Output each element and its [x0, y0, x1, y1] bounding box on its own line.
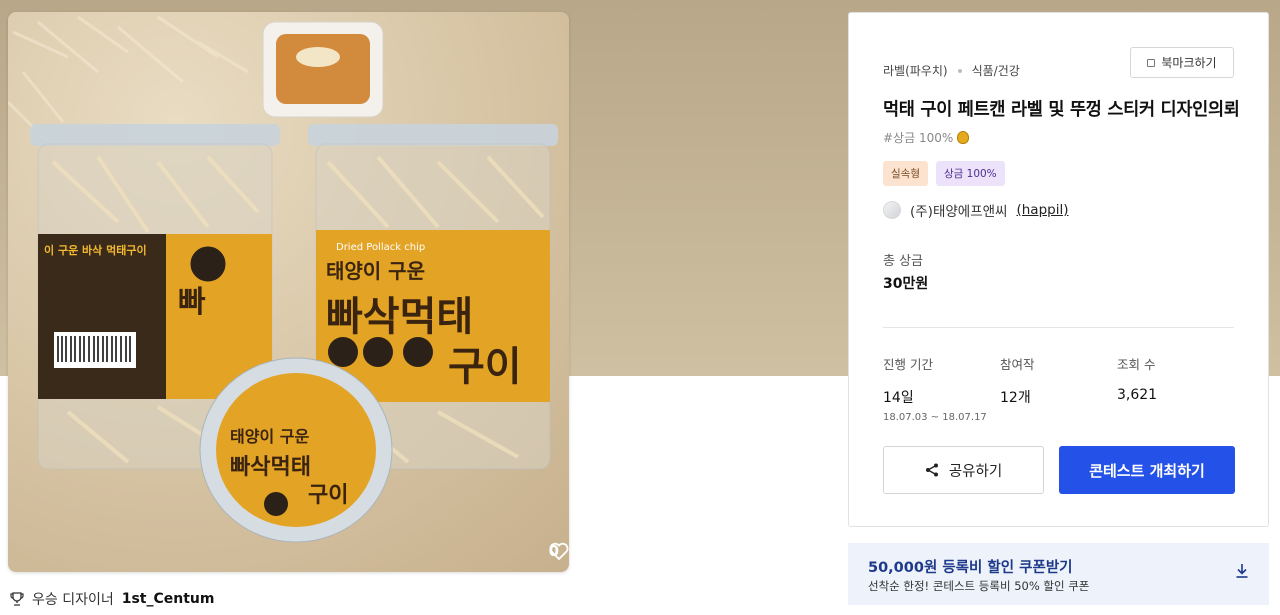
prize-badge: 상금 100% — [935, 161, 1005, 186]
bookmark-label: 북마크하기 — [1161, 56, 1217, 70]
svg-text:빠삭먹태: 빠삭먹태 — [326, 294, 473, 340]
winner-label: 우승 디자이너 — [32, 592, 114, 608]
svg-text:태양이 구운: 태양이 구운 — [326, 259, 425, 283]
period-range: 18.07.03 ~ 18.07.17 — [883, 412, 987, 423]
participants-stat: 참여작 12개 — [1000, 354, 1035, 407]
svg-text:이 구운 바삭 먹태구이: 이 구운 바삭 먹태구이 — [44, 243, 147, 257]
period-label: 진행 기간 — [883, 357, 933, 372]
heart-icon — [549, 542, 569, 560]
bookmark-icon — [1147, 58, 1156, 67]
svg-text:구이: 구이 — [308, 483, 348, 508]
prize-hashtag-label: #상금 100% — [883, 131, 954, 145]
svg-text:태양이 구운: 태양이 구운 — [230, 427, 309, 446]
breadcrumb-category[interactable]: 라벨(파우치) — [883, 62, 948, 79]
product-illustration: 이 구운 바삭 먹태구이 빠 Dried Pollack chip 태양이 구운… — [8, 15, 558, 543]
total-prize-value: 30만원 — [883, 276, 929, 292]
plan-badge: 실속형 — [883, 161, 928, 186]
participants-label: 참여작 — [1000, 357, 1035, 372]
money-bag-icon — [957, 131, 970, 144]
bookmark-button[interactable]: 북마크하기 — [1130, 47, 1234, 78]
share-icon — [925, 463, 938, 477]
like-button[interactable]: 0 — [549, 542, 569, 560]
breadcrumb-separator — [957, 68, 962, 73]
product-image[interactable]: 이 구운 바삭 먹태구이 빠 Dried Pollack chip 태양이 구운… — [8, 12, 569, 572]
views-stat: 조회 수 3,621 — [1117, 354, 1157, 403]
contest-info-card: 라벨(파우치) 식품/건강 북마크하기 먹태 구이 페트캔 라벨 및 뚜껑 스티… — [848, 12, 1269, 527]
svg-text:Dried Pollack chip: Dried Pollack chip — [336, 242, 425, 253]
share-button[interactable]: 공유하기 — [883, 446, 1044, 494]
period-stat: 진행 기간 14일 18.07.03 ~ 18.07.17 — [883, 354, 987, 423]
views-label: 조회 수 — [1117, 357, 1156, 372]
period-value: 14일 — [883, 390, 914, 406]
host-contest-button[interactable]: 콘테스트 개최하기 — [1059, 446, 1235, 494]
coupon-title: 50,000원 등록비 할인 쿠폰받기 — [868, 560, 1073, 576]
coupon-banner[interactable]: 50,000원 등록비 할인 쿠폰받기 선착순 한정! 콘테스트 등록비 50%… — [848, 543, 1269, 605]
winner-name[interactable]: 1st_Centum — [122, 591, 215, 607]
svg-text:빠: 빠 — [178, 285, 206, 320]
total-prize-label: 총 상금 — [883, 254, 924, 269]
trophy-icon — [10, 592, 24, 606]
divider — [883, 327, 1234, 328]
breadcrumb: 라벨(파우치) 식품/건강 — [883, 62, 1020, 79]
share-label: 공유하기 — [948, 463, 1003, 480]
coupon-subtitle: 선착순 한정! 콘테스트 등록비 50% 할인 쿠폰 — [868, 579, 1090, 593]
company-info[interactable]: (주)태양에프앤씨 (happil) — [883, 200, 1069, 220]
participants-value: 12개 — [1000, 390, 1031, 406]
download-icon[interactable] — [1235, 563, 1249, 579]
svg-text:빠삭먹태: 빠삭먹태 — [230, 455, 311, 480]
company-name: (주)태양에프앤씨 — [910, 204, 1008, 220]
prize-hashtag[interactable]: #상금 100% — [883, 129, 970, 146]
page-title: 먹태 구이 페트캔 라벨 및 뚜껑 스티커 디자인의뢰 — [883, 100, 1240, 120]
winner-designer[interactable]: 우승 디자이너 1st_Centum — [10, 589, 214, 609]
badge-group: 실속형 상금 100% — [883, 161, 1005, 186]
views-value: 3,621 — [1117, 387, 1158, 403]
company-handle[interactable]: (happil) — [1016, 202, 1068, 218]
svg-text:구이: 구이 — [448, 344, 522, 390]
breadcrumb-subcategory[interactable]: 식품/건강 — [972, 62, 1020, 79]
avatar — [883, 201, 901, 219]
